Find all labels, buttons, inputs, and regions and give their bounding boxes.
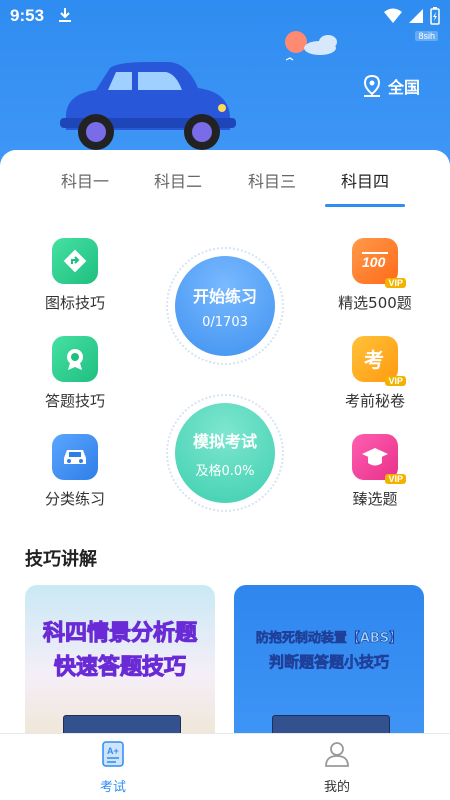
battery-icon xyxy=(430,7,440,25)
feature-label: 答题技巧 xyxy=(44,392,105,410)
practice-circle-wrap: 开始练习 0/1703 xyxy=(166,247,284,365)
svg-text:100: 100 xyxy=(362,254,386,270)
lesson-card-abs[interactable]: 防抱死制动装置【ABS】 判断题答题小技巧 xyxy=(234,585,424,735)
svg-text:A+: A+ xyxy=(107,746,119,756)
feature-sign-skills[interactable]: 图标技巧 xyxy=(25,238,125,313)
lesson-title-line2: 快速答题技巧 xyxy=(53,655,186,681)
signal-icon xyxy=(409,9,423,23)
practice-progress: 0/1703 xyxy=(202,314,248,330)
sun-cloud-illustration xyxy=(285,31,337,61)
mock-circle-wrap: 模拟考试 及格0.0% xyxy=(166,394,284,512)
mock-exam-title: 模拟考试 xyxy=(192,431,257,451)
road-sign-icon xyxy=(52,238,98,284)
nav-profile[interactable]: 我的 xyxy=(292,740,382,795)
status-bar: 9:53 8sih xyxy=(0,0,450,41)
badge-icon xyxy=(52,336,98,382)
lesson-preview xyxy=(272,715,390,735)
location-selector[interactable]: 全国 xyxy=(362,74,420,98)
section-title: 技巧讲解 xyxy=(25,549,97,570)
feature-premium-questions[interactable]: VIP 臻选题 xyxy=(325,434,425,509)
nav-label: 考试 xyxy=(99,780,126,795)
feature-label: 图标技巧 xyxy=(44,294,105,312)
nav-label: 我的 xyxy=(323,780,350,795)
wifi-icon xyxy=(384,8,402,23)
feature-label: 考前秘卷 xyxy=(344,392,405,410)
feature-pre-exam[interactable]: 考 VIP 考前秘卷 xyxy=(325,336,425,411)
car-illustration xyxy=(60,62,236,150)
feature-label: 精选500题 xyxy=(338,294,412,312)
status-time: 9:53 xyxy=(10,6,45,25)
vip-badge: VIP xyxy=(385,376,406,386)
subject-tabs: 科目一 科目二 科目三 科目四 xyxy=(0,150,450,208)
svg-text:考: 考 xyxy=(364,348,384,372)
status-icons xyxy=(384,7,440,25)
tab-subject-1[interactable]: 科目一 xyxy=(45,168,125,192)
start-practice-button[interactable]: 开始练习 0/1703 xyxy=(175,256,275,356)
lesson-title-line1: 科四情景分析题 xyxy=(42,621,197,647)
exam-tab-icon: A+ xyxy=(102,741,124,767)
hundred-icon: 100 VIP xyxy=(352,238,406,288)
lesson-preview xyxy=(63,715,181,735)
header-banner: 9:53 8sih 全国 xyxy=(0,0,450,165)
lesson-title-line2: 判断题答题小技巧 xyxy=(268,653,390,672)
active-tab-indicator xyxy=(325,204,405,207)
download-icon xyxy=(59,8,71,22)
graduation-icon: VIP xyxy=(352,434,406,484)
location-pin-icon xyxy=(363,75,381,97)
mock-exam-pass-rate: 及格0.0% xyxy=(195,463,255,479)
bottom-nav: A+ 考试 我的 xyxy=(0,733,450,800)
feature-answer-skills[interactable]: 答题技巧 xyxy=(25,336,125,411)
tab-subject-4[interactable]: 科目四 xyxy=(325,168,405,192)
feature-label: 臻选题 xyxy=(352,490,398,508)
network-speed: 8sih xyxy=(415,31,438,41)
profile-icon xyxy=(325,742,349,767)
car-icon xyxy=(52,434,98,480)
feature-selected-500[interactable]: 100 VIP 精选500题 xyxy=(325,238,425,313)
vip-badge: VIP xyxy=(385,474,406,484)
lesson-card-scenario[interactable]: 科四情景分析题 快速答题技巧 xyxy=(25,585,215,735)
nav-exam[interactable]: A+ 考试 xyxy=(68,740,158,795)
tab-subject-2[interactable]: 科目二 xyxy=(138,168,218,192)
lesson-title-line1: 防抱死制动装置【ABS】 xyxy=(255,631,403,647)
tab-subject-3[interactable]: 科目三 xyxy=(232,168,312,192)
location-label: 全国 xyxy=(388,78,421,97)
vip-badge: VIP xyxy=(385,278,406,288)
main-card: 科目一 科目二 科目三 科目四 图标技巧 答题技巧 分类练习 100 VIP 精… xyxy=(0,150,450,800)
feature-label: 分类练习 xyxy=(44,490,105,508)
mock-exam-button[interactable]: 模拟考试 及格0.0% xyxy=(175,403,275,503)
practice-title: 开始练习 xyxy=(192,286,257,306)
exam-icon: 考 VIP xyxy=(352,336,406,386)
feature-category-practice[interactable]: 分类练习 xyxy=(25,434,125,509)
